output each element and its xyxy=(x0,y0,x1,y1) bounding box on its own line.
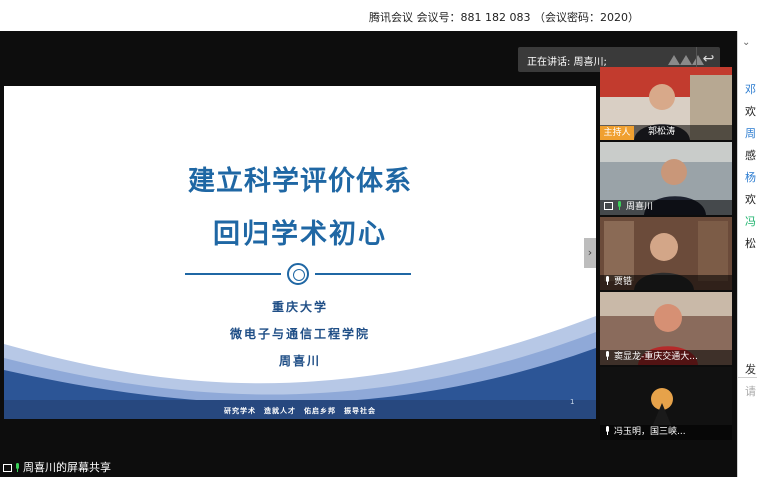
mic-icon xyxy=(604,276,611,285)
mic-icon xyxy=(14,462,21,472)
shared-screen-slide: 建立科学评价体系 回归学术初心 重庆大学 微电子与通信工程学院 周喜川 1 研究… xyxy=(4,86,596,419)
chevron-down-icon[interactable]: ⌄ xyxy=(742,37,750,48)
chat-message: 欢 xyxy=(745,193,756,206)
participant-tile-2[interactable]: 周喜川 xyxy=(600,142,732,215)
participant-tile-3[interactable]: 贾锆 xyxy=(600,217,732,290)
slide-title-line2: 回归学术初心 xyxy=(213,219,387,250)
mic-icon xyxy=(604,426,611,435)
meeting-title: 腾讯会议 会议号：881 182 083 （会议密码：2020） xyxy=(369,11,639,24)
chat-message: 感 xyxy=(745,149,756,162)
send-label[interactable]: 发 xyxy=(745,361,756,377)
slide-presenter: 周喜川 xyxy=(278,354,321,368)
chat-input[interactable]: 请 xyxy=(745,383,756,399)
participant-name: 冯玉明，国三峡... xyxy=(614,427,686,437)
chat-message: 欢 xyxy=(745,105,756,118)
participant-tile-5[interactable]: 冯玉明，国三峡... xyxy=(600,367,732,440)
screen-share-label: 周喜川的屏幕共享 xyxy=(3,459,111,475)
participant-caption-3: 贾锆 xyxy=(600,275,732,290)
participant-caption-4: 窦显龙-重庆交通大... xyxy=(600,350,732,365)
participant-caption-2: 周喜川 xyxy=(600,200,732,215)
slide-motto: 研究学术 造就人才 佑启乡邦 振导社会 xyxy=(224,407,376,415)
slide-page-number: 1 xyxy=(570,398,575,406)
participant-tile-4[interactable]: 窦显龙-重庆交通大... xyxy=(600,292,732,365)
participant-caption-5: 冯玉明，国三峡... xyxy=(600,425,732,440)
mic-icon xyxy=(616,201,623,210)
chat-sender: 邓 xyxy=(745,83,756,96)
chat-panel: ⌄ 邓 欢 周 感 杨 欢 冯 松 发 请 xyxy=(737,31,757,477)
screen-share-owner: 周喜川的屏幕共享 xyxy=(23,461,111,474)
title-bar: 腾讯会议 会议号：881 182 083 （会议密码：2020） xyxy=(0,0,757,31)
divider-right xyxy=(315,273,411,275)
slide-background xyxy=(4,316,596,419)
participant-name: 周喜川 xyxy=(626,202,654,212)
slide-university: 重庆大学 xyxy=(271,300,328,314)
university-emblem-icon xyxy=(287,263,309,285)
slide-school: 微电子与通信工程学院 xyxy=(229,327,370,341)
participant-name: 贾锆 xyxy=(614,277,633,287)
screen-share-icon xyxy=(3,464,12,472)
divider-left xyxy=(185,273,281,275)
chat-sender: 冯 xyxy=(745,215,756,228)
host-badge: 主持人 xyxy=(600,126,634,140)
chat-sender: 周 xyxy=(745,127,756,140)
collapse-panel-button[interactable]: › xyxy=(584,238,596,268)
slide-title-line1: 建立科学评价体系 xyxy=(188,166,412,197)
screen-share-icon xyxy=(604,202,613,210)
chat-divider xyxy=(738,377,757,378)
speaking-label: 正在讲话: 周喜川; xyxy=(527,57,607,68)
participant-name: 窦显龙-重庆交通大... xyxy=(614,352,698,362)
chat-message: 松 xyxy=(745,237,756,250)
mic-icon xyxy=(604,351,611,360)
chat-sender: 杨 xyxy=(745,171,756,184)
